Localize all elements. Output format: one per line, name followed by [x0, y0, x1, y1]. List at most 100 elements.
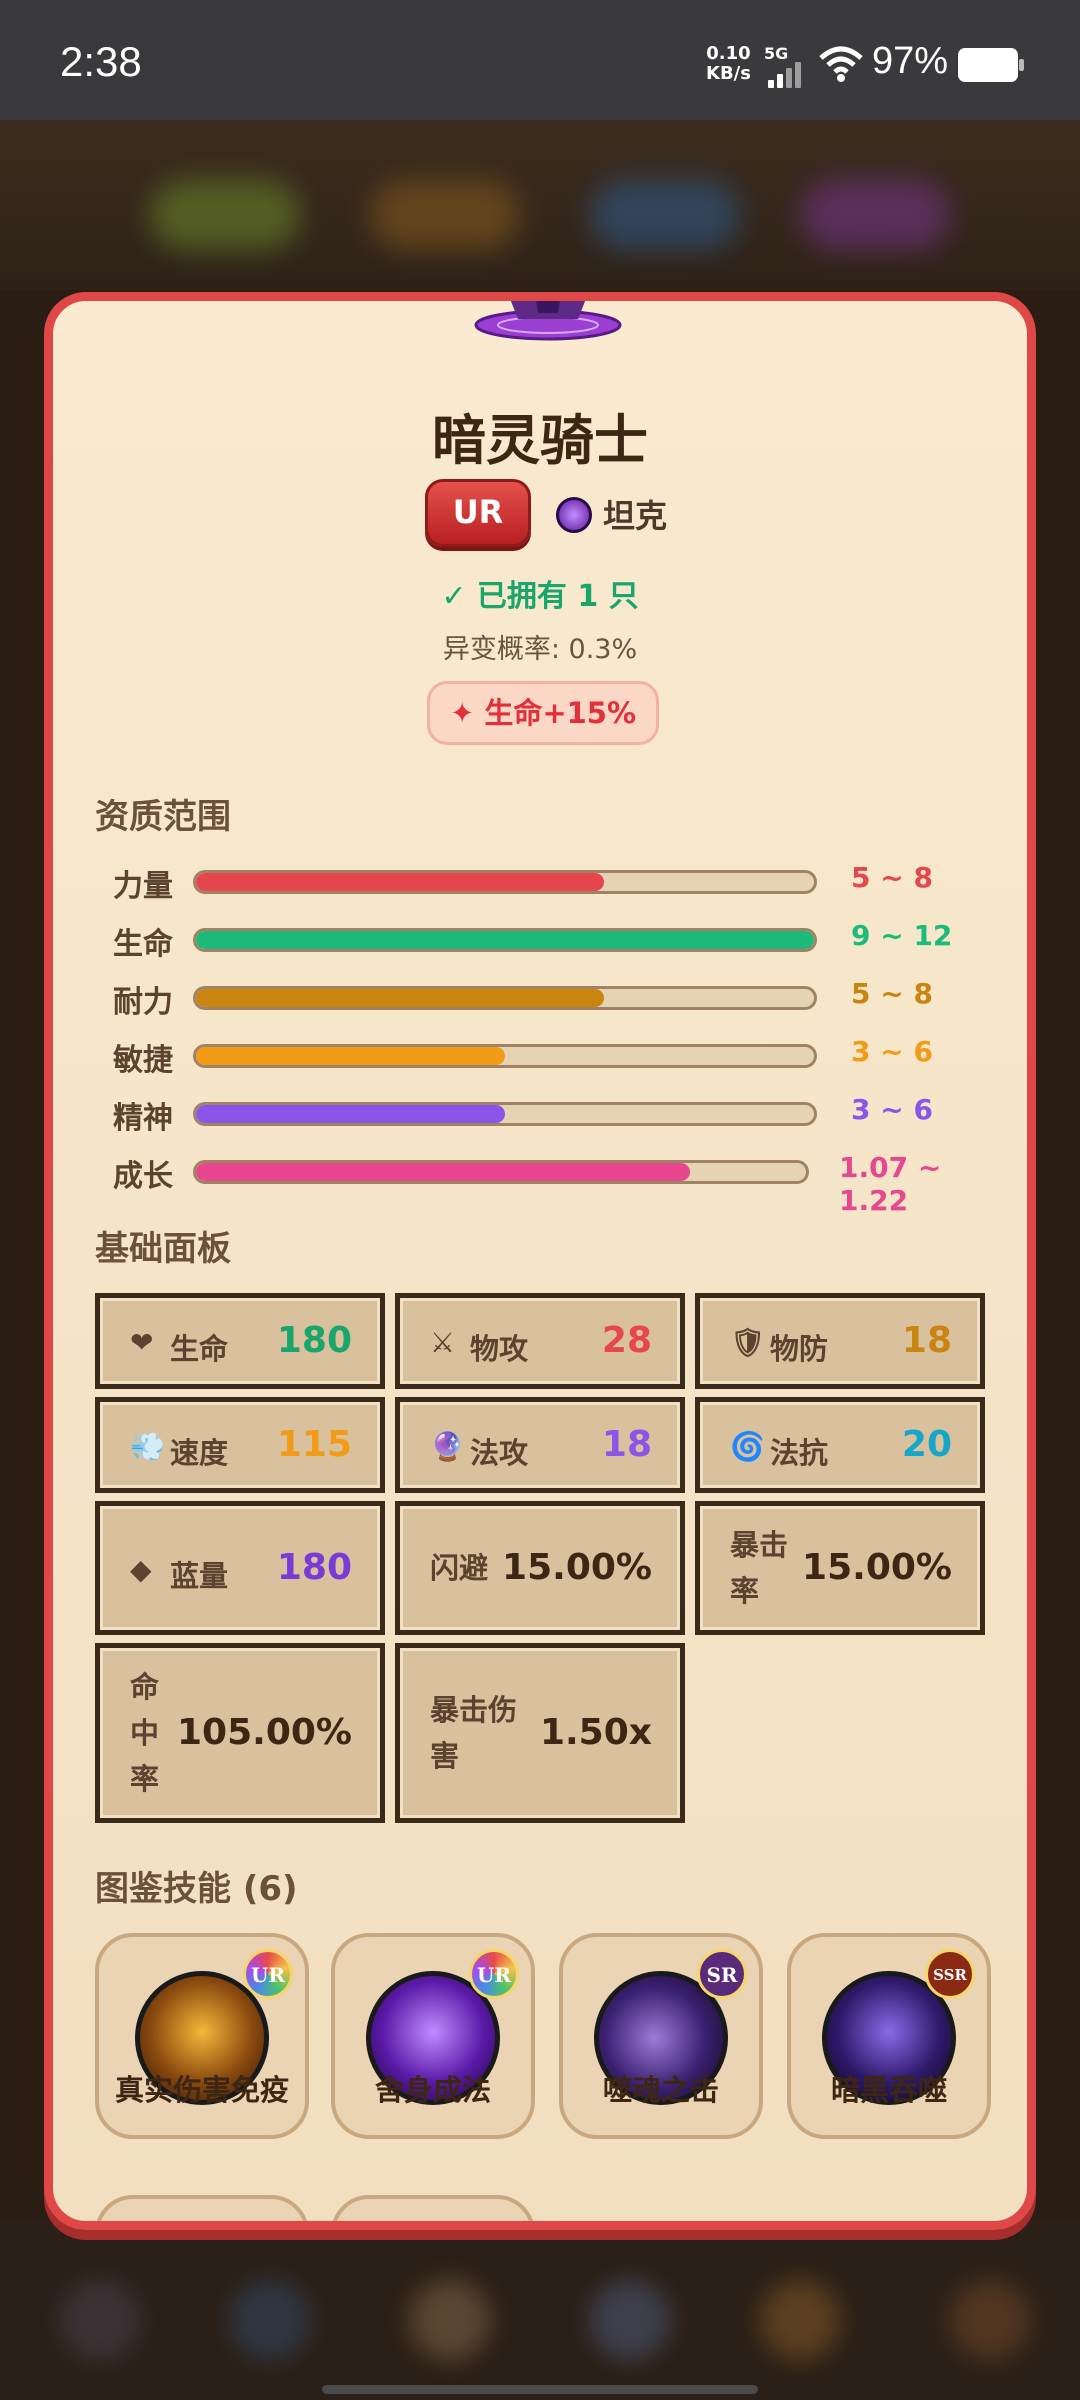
stat-panel: ⚔ 物攻 28	[395, 1293, 685, 1389]
skill-rarity-badge: UR	[243, 1949, 293, 1999]
aptitude-range: 3 ~ 6	[851, 1093, 933, 1126]
stat-icon: 🛡	[730, 1326, 766, 1359]
stat-value: 15.00%	[802, 1547, 952, 1588]
aptitude-section-title: 资质范围	[95, 797, 231, 837]
stat-panel: 🌀 法抗 20	[695, 1397, 985, 1493]
skill-name: 舍身成法	[374, 2073, 491, 2107]
wifi-icon	[819, 46, 863, 82]
stat-value: 18	[901, 1320, 952, 1361]
stat-value: 180	[276, 1547, 352, 1588]
role-label: 坦克	[603, 497, 668, 535]
skill-card-partial[interactable]	[331, 2195, 535, 2221]
stat-value: 180	[276, 1320, 352, 1361]
aptitude-bar	[193, 986, 817, 1010]
aptitude-label: 精神	[113, 1101, 173, 1136]
stat-label: 物攻	[470, 1332, 529, 1366]
aptitude-label: 耐力	[113, 985, 173, 1020]
aptitude-bar-fill	[196, 931, 814, 949]
skill-name: 真实伤害免疫	[114, 2073, 289, 2107]
stat-value: 15.00%	[502, 1547, 652, 1588]
aptitude-bar	[193, 1102, 817, 1126]
stat-panel: 🛡 物防 18	[695, 1293, 985, 1389]
stat-panel: ◆ 蓝量 180	[95, 1501, 385, 1635]
aptitude-range: 9 ~ 12	[851, 919, 953, 952]
skill-card-partial[interactable]	[95, 2195, 309, 2221]
aptitude-label: 力量	[113, 869, 173, 904]
stat-label: 命中率	[130, 1670, 160, 1796]
battery-percent: 97%	[872, 40, 949, 82]
stat-panel: 闪避 15.00%	[395, 1501, 685, 1635]
aptitude-label: 生命	[113, 927, 173, 962]
skill-rarity-badge: UR	[469, 1949, 519, 1999]
stat-label: 暴击率	[730, 1528, 789, 1608]
network-speed-value: 0.10	[706, 43, 751, 64]
signal-type: 5G	[764, 44, 789, 63]
battery-icon	[958, 48, 1024, 82]
stat-icon: 💨	[130, 1430, 165, 1463]
aptitude-bar-fill	[196, 1163, 691, 1181]
background-nav	[0, 2220, 1080, 2400]
aptitude-bar-fill	[196, 1047, 505, 1065]
signal-bars-icon	[768, 62, 808, 88]
aptitude-range: 3 ~ 6	[851, 1035, 933, 1068]
aptitude-bar	[193, 870, 817, 894]
home-indicator[interactable]	[322, 2385, 758, 2394]
stat-icon: ◆	[130, 1553, 152, 1586]
base-panel-title: 基础面板	[95, 1229, 231, 1269]
stat-icon: 🌀	[730, 1430, 765, 1463]
status-bar: 2:38 0.10 KB/s 5G 97%	[0, 0, 1080, 120]
stat-label: 暴击伤害	[430, 1693, 518, 1773]
skill-card[interactable]: UR 舍身成法	[331, 1933, 535, 2139]
stat-icon: ⚔	[430, 1326, 456, 1359]
rarity-badge: UR	[425, 479, 531, 547]
aptitude-row: 生命 9 ~ 12	[113, 919, 1013, 962]
aptitude-bar	[193, 1160, 809, 1184]
aptitude-bar-fill	[196, 873, 604, 891]
aptitude-label: 敏捷	[113, 1043, 173, 1078]
stat-icon: 🔮	[430, 1430, 465, 1463]
skill-rarity-badge: SSR	[925, 1949, 975, 1999]
stat-value: 115	[276, 1424, 352, 1465]
stat-label: 生命	[170, 1332, 229, 1366]
stat-panel: 暴击率 15.00%	[695, 1501, 985, 1635]
aptitude-row: 力量 5 ~ 8	[113, 861, 1013, 904]
network-speed: 0.10 KB/s	[706, 44, 751, 84]
skill-card[interactable]: SR 噬魂之击	[559, 1933, 763, 2139]
stat-label: 闪避	[430, 1551, 489, 1585]
stat-panel: 暴击伤害 1.50x	[395, 1643, 685, 1823]
stat-panel: 🔮 法攻 18	[395, 1397, 685, 1493]
bonus-badge: ✦ 生命+15%	[427, 681, 659, 745]
aptitude-label: 成长	[113, 1159, 173, 1194]
aptitude-row: 精神 3 ~ 6	[113, 1093, 1013, 1136]
stat-value: 105.00%	[177, 1712, 352, 1753]
stat-label: 物防	[770, 1332, 829, 1366]
stat-label: 蓝量	[170, 1559, 229, 1593]
stat-panel: ❤ 生命 180	[95, 1293, 385, 1389]
aptitude-range: 1.07 ~ 1.22	[839, 1151, 942, 1217]
stat-panel: 命中率 105.00%	[95, 1643, 385, 1823]
skills-section-title: 图鉴技能 (6)	[95, 1869, 298, 1909]
aptitude-range: 5 ~ 8	[851, 861, 933, 894]
stat-value: 18	[601, 1424, 652, 1465]
background-tabs	[0, 120, 1080, 290]
aptitude-row: 成长 1.07 ~ 1.22	[113, 1151, 1013, 1217]
stat-label: 速度	[170, 1436, 229, 1470]
aptitude-row: 敏捷 3 ~ 6	[113, 1035, 1013, 1078]
stat-icon: ❤	[130, 1326, 154, 1359]
stat-panel: 💨 速度 115	[95, 1397, 385, 1493]
aptitude-bar	[193, 1044, 817, 1068]
creature-detail-card: 暗灵骑士 UR 坦克 ✓ 已拥有 1 只 异变概率: 0.3% ✦ 生命+15%…	[44, 292, 1036, 2230]
network-speed-unit: KB/s	[706, 63, 751, 84]
stat-value: 1.50x	[539, 1712, 652, 1753]
tank-role-icon	[556, 497, 592, 533]
mutation-rate: 异变概率: 0.3%	[442, 634, 638, 665]
aptitude-row: 耐力 5 ~ 8	[113, 977, 1013, 1020]
stat-value: 20	[901, 1424, 952, 1465]
stat-label: 法攻	[470, 1436, 529, 1470]
clock: 2:38	[60, 38, 142, 85]
aptitude-bar-fill	[196, 1105, 505, 1123]
skill-card[interactable]: UR 真实伤害免疫	[95, 1933, 309, 2139]
stat-label: 法抗	[770, 1436, 829, 1470]
aptitude-bar	[193, 928, 817, 952]
skill-card[interactable]: SSR 暗黑吞噬	[787, 1933, 991, 2139]
